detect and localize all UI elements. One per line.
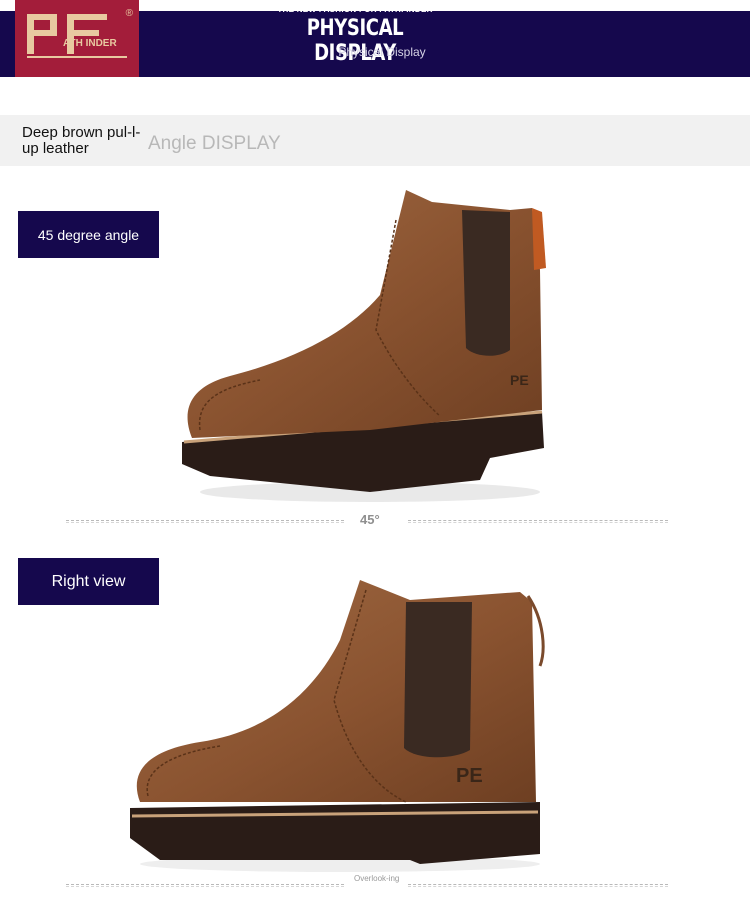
divider-left: [66, 520, 344, 523]
info-strip: Deep brown pul-l-up leather Angle DISPLA…: [0, 115, 750, 166]
registered-mark: ®: [125, 8, 133, 19]
divider-left: [66, 884, 344, 887]
boot-image-45-degree: PE: [182, 190, 546, 502]
angle-display-heading: Angle DISPLAY: [148, 133, 281, 154]
divider-right: [408, 520, 668, 523]
banner-tagline: THE NEW FASHION FOR PATHFINDER: [277, 5, 433, 14]
svg-text:PE: PE: [510, 372, 529, 388]
view-label-45-degree: 45 degree angle: [18, 211, 159, 258]
boot-image-right-view: PE: [130, 580, 545, 872]
divider-right: [408, 884, 668, 887]
angle-caption-overlooking: Overlook-ing: [354, 874, 400, 883]
material-text: Deep brown pul-l-up leather: [22, 124, 141, 157]
svg-text:PE: PE: [456, 765, 483, 787]
brand-logo[interactable]: ATH INDER ®: [15, 0, 139, 77]
angle-caption-45: 45°: [360, 512, 380, 527]
pathfinder-logo-icon: ATH INDER: [27, 14, 127, 58]
page-subtitle: Physical Display: [338, 45, 426, 59]
svg-text:ATH INDER: ATH INDER: [63, 38, 117, 49]
